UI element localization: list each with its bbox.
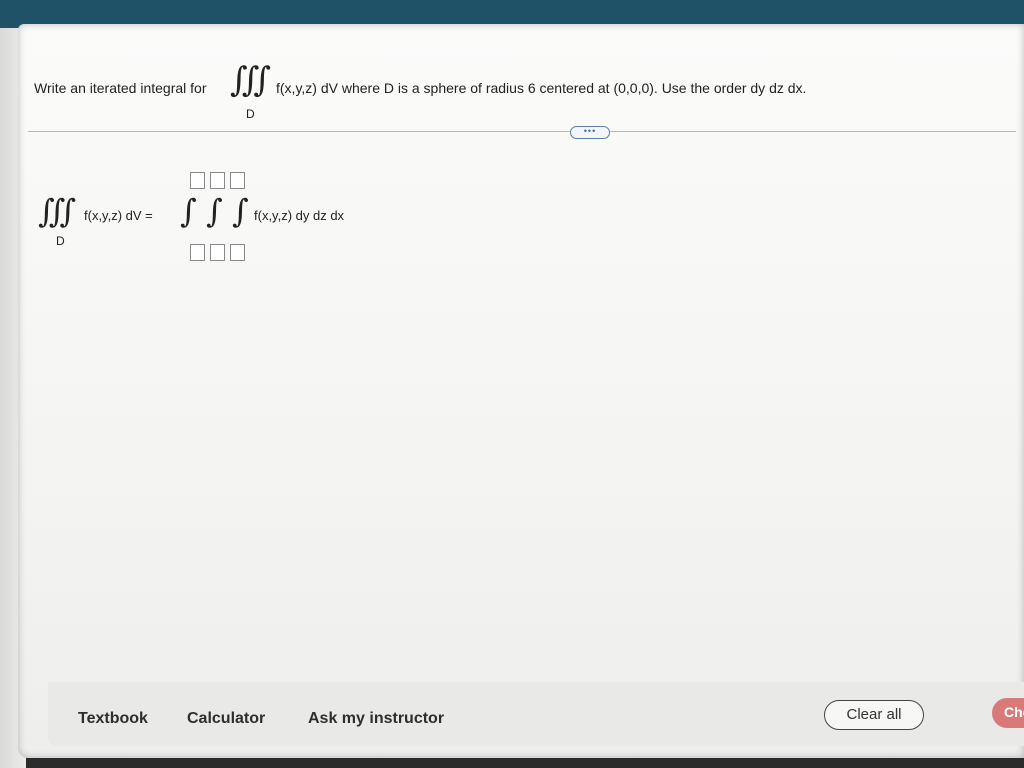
textbook-link[interactable]: Textbook <box>78 710 148 728</box>
expand-more-button[interactable]: ••• <box>570 126 610 139</box>
photo-frame: Write an iterated integral for ∫∫∫ D f(x… <box>0 0 1024 768</box>
calculator-link[interactable]: Calculator <box>187 710 265 728</box>
answer-region-label: D <box>56 234 65 248</box>
answer-triple-integral-symbol: ∫∫∫ <box>38 192 76 230</box>
lower-limit-input-inner[interactable] <box>230 244 245 261</box>
answer-area: ∫∫∫ D f(x,y,z) dV = ∫ ∫ ∫ f(x,y,z) dy dz… <box>38 166 458 266</box>
footer-toolbar: Textbook Calculator Ask my instructor Cl… <box>48 682 1024 746</box>
lower-limit-input-middle[interactable] <box>210 244 225 261</box>
ask-instructor-link[interactable]: Ask my instructor <box>308 710 444 728</box>
section-divider <box>28 131 1016 132</box>
inner-integral-symbol: ∫ <box>232 192 249 230</box>
lower-limit-input-outer[interactable] <box>190 244 205 261</box>
upper-limit-input-middle[interactable] <box>210 172 225 189</box>
question-prefix-text: Write an iterated integral for <box>34 80 207 96</box>
check-answer-button[interactable]: Chec <box>992 698 1024 728</box>
answer-lhs-text: f(x,y,z) dV = <box>84 208 153 223</box>
middle-integral-symbol: ∫ <box>206 192 223 230</box>
answer-rhs-text: f(x,y,z) dy dz dx <box>254 208 345 223</box>
question-panel: Write an iterated integral for ∫∫∫ D f(x… <box>18 24 1024 758</box>
question-suffix-text: f(x,y,z) dV where D is a sphere of radiu… <box>276 80 807 96</box>
upper-limit-input-outer[interactable] <box>190 172 205 189</box>
clear-all-button[interactable]: Clear all <box>824 700 924 730</box>
triple-integral-symbol: ∫∫∫ <box>230 60 271 100</box>
upper-limit-input-inner[interactable] <box>230 172 245 189</box>
question-statement: Write an iterated integral for ∫∫∫ D f(x… <box>34 50 994 121</box>
outer-integral-symbol: ∫ <box>180 192 197 230</box>
integral-region-label: D <box>246 107 255 121</box>
